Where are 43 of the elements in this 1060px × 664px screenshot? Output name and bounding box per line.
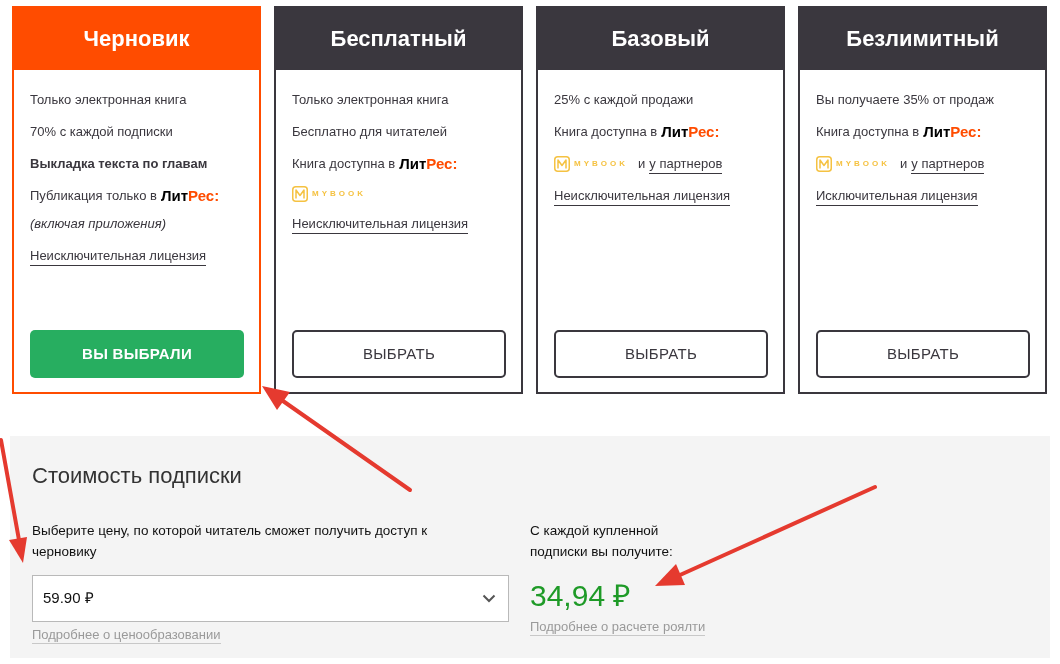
logo-wordmark: MYBOOK	[574, 158, 628, 170]
license-link[interactable]: Неисключительная лицензия	[292, 215, 469, 234]
choose-plan-button[interactable]: ВЫБРАТЬ	[292, 330, 506, 378]
store-logo: ЛитРес:	[661, 122, 720, 142]
logo-mark-icon	[292, 186, 308, 202]
feature-text: Книга доступна в	[816, 123, 920, 141]
choose-plan-button[interactable]: ВЫБРАТЬ	[554, 330, 768, 378]
feature-text: и	[638, 155, 646, 173]
price-label: Выберите цену, по которой читатель сможет получить доступ к черновику	[32, 522, 429, 561]
feature-text: Бесплатно для читателей	[292, 123, 449, 141]
plan-header: Бесплатный	[274, 6, 523, 70]
logo-wordmark: MYBOOK	[836, 158, 890, 170]
feature-text: Только электронная книга	[292, 91, 450, 109]
license-link[interactable]: Неисключительная лицензия	[554, 187, 731, 206]
choose-plan-button[interactable]: ВЫБРАТЬ	[816, 330, 1030, 378]
partners-link[interactable]: у партнеров	[649, 154, 723, 174]
partners-link[interactable]: у партнеров	[911, 154, 985, 174]
feature-text: 70% с каждой подписки	[30, 123, 174, 141]
plan-header: Базовый	[536, 6, 785, 70]
logo-wordmark: MYBOOK	[312, 188, 366, 200]
feature-text: Книга доступна в	[292, 155, 396, 173]
license-link[interactable]: Неисключительная лицензия	[30, 247, 207, 266]
feature-text: и	[900, 155, 908, 173]
logo-mark-icon	[816, 156, 832, 172]
license-link[interactable]: Исключительная лицензия	[816, 187, 978, 206]
plan-header: Безлимитный	[798, 6, 1047, 70]
feature-text: Только электронная книга	[30, 91, 188, 109]
section-title: Стоимость подписки	[32, 462, 243, 490]
feature-text: Публикация только в	[30, 187, 157, 205]
store-logo: ЛитРес:	[160, 186, 220, 206]
feature-text: Вы получаете 35% от продаж	[816, 91, 995, 109]
plan-header: Черновик	[12, 6, 261, 70]
royalty-amount: 34,94 ₽	[530, 578, 631, 614]
feature-text: 25% с каждой продажи	[554, 91, 695, 109]
feature-note: (включая приложения)	[30, 215, 167, 233]
chevron-down-icon	[482, 594, 496, 603]
feature-text: Выкладка текста по главам	[30, 155, 209, 173]
royalty-label: С каждой купленной подписки вы получите:	[530, 522, 674, 561]
feature-text: Книга доступна в	[554, 123, 658, 141]
logo-mark-icon	[554, 156, 570, 172]
store-logo: ЛитРес:	[923, 122, 982, 142]
store-logo: ЛитРес:	[399, 154, 458, 174]
price-select[interactable]: 59.90 ₽	[32, 575, 509, 622]
